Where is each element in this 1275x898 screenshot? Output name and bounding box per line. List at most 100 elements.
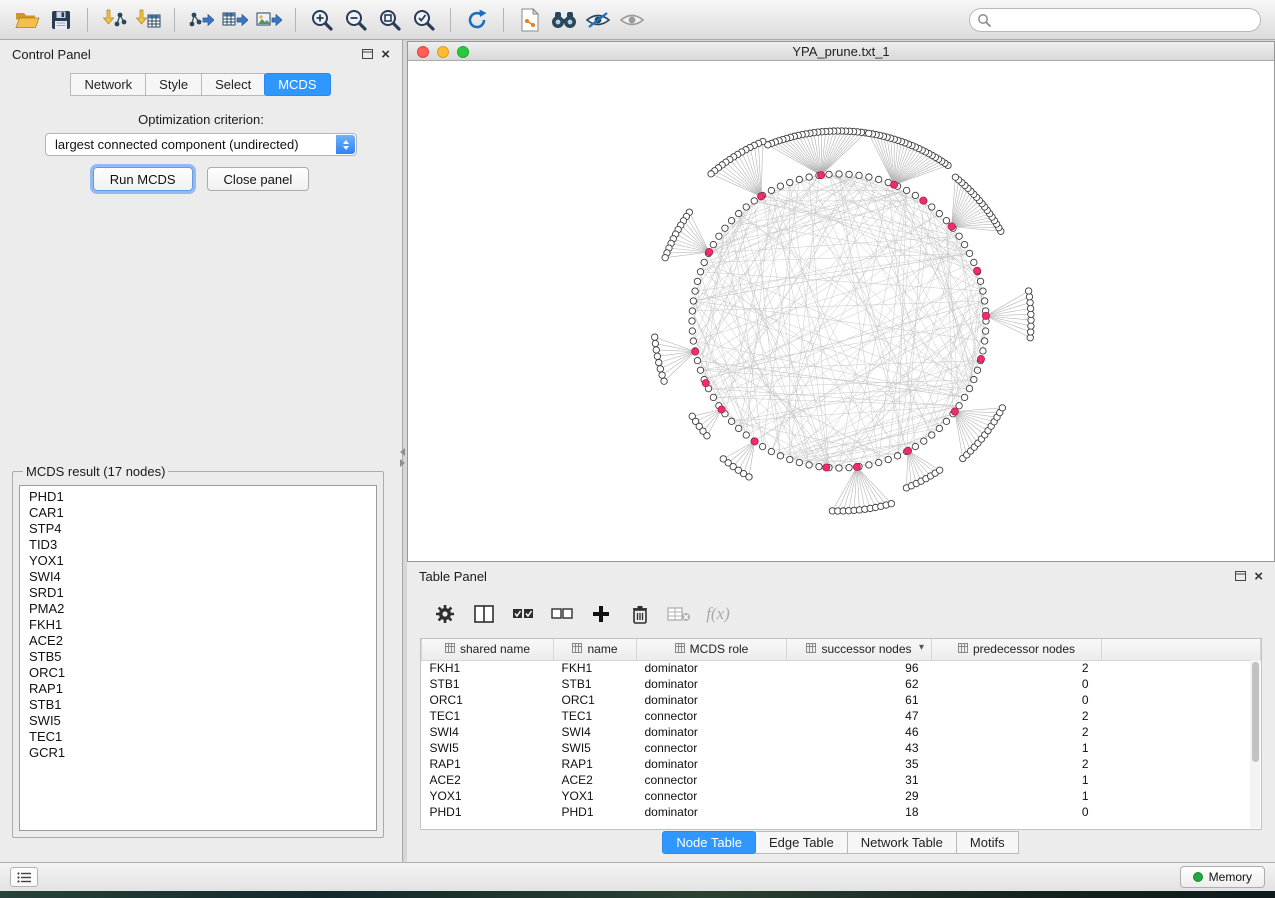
cell[interactable]: connector	[637, 788, 787, 804]
cell[interactable]: SWI5	[422, 740, 554, 756]
cell[interactable]: TEC1	[422, 708, 554, 724]
table-options-button[interactable]	[432, 601, 458, 627]
cell[interactable]: 1	[932, 772, 1102, 788]
table-row-FKH1[interactable]: FKH1FKH1dominator962	[422, 660, 1261, 676]
memory-button[interactable]: Memory	[1180, 866, 1265, 888]
column-header-successor-nodes[interactable]: successor nodes▾	[787, 639, 932, 660]
table-row-STB1[interactable]: STB1STB1dominator620	[422, 676, 1261, 692]
cell[interactable]: 47	[787, 708, 932, 724]
tab-edge-table[interactable]: Edge Table	[755, 831, 848, 854]
cell[interactable]: 0	[932, 692, 1102, 708]
cell[interactable]: 2	[932, 756, 1102, 772]
cell[interactable]: 31	[787, 772, 932, 788]
search-input[interactable]	[969, 8, 1261, 32]
cell[interactable]: 46	[787, 724, 932, 740]
add-column-button[interactable]	[588, 601, 614, 627]
network-canvas[interactable]	[408, 61, 1274, 561]
hide-graphics-details-button[interactable]	[581, 5, 615, 35]
criterion-dropdown[interactable]: largest connected component (undirected)	[45, 133, 357, 156]
table-row-YOX1[interactable]: YOX1YOX1connector291	[422, 788, 1261, 804]
column-header-shared-name[interactable]: shared name	[422, 639, 554, 660]
first-neighbors-button[interactable]	[547, 5, 581, 35]
save-session-button[interactable]	[44, 5, 78, 35]
tab-network-table[interactable]: Network Table	[847, 831, 957, 854]
network-window-titlebar[interactable]: YPA_prune.txt_1	[408, 42, 1274, 61]
cell[interactable]: connector	[637, 772, 787, 788]
cell[interactable]: SWI4	[422, 724, 554, 740]
tab-select[interactable]: Select	[201, 73, 265, 96]
zoom-fit-button[interactable]	[373, 5, 407, 35]
mcds-result-item[interactable]: ORC1	[29, 665, 376, 681]
close-panel-icon[interactable]: ×	[381, 47, 390, 62]
open-file-button[interactable]	[10, 5, 44, 35]
cell[interactable]: FKH1	[422, 660, 554, 676]
table-row-TEC1[interactable]: TEC1TEC1connector472	[422, 708, 1261, 724]
mcds-result-item[interactable]: CAR1	[29, 505, 376, 521]
window-zoom-button[interactable]	[457, 46, 469, 58]
tab-style[interactable]: Style	[145, 73, 202, 96]
clear-table-button[interactable]	[666, 601, 692, 627]
status-menu-button[interactable]	[10, 867, 38, 887]
table-scrollbar[interactable]	[1250, 660, 1260, 828]
cell[interactable]: 0	[932, 804, 1102, 820]
table-row-ORC1[interactable]: ORC1ORC1dominator610	[422, 692, 1261, 708]
table-row-RAP1[interactable]: RAP1RAP1dominator352	[422, 756, 1261, 772]
cell[interactable]: 43	[787, 740, 932, 756]
cell[interactable]: RAP1	[422, 756, 554, 772]
cell[interactable]: TEC1	[554, 708, 637, 724]
export-table-button[interactable]	[218, 5, 252, 35]
cell[interactable]: 1	[932, 788, 1102, 804]
cell[interactable]: ORC1	[554, 692, 637, 708]
cell[interactable]: dominator	[637, 676, 787, 692]
mcds-result-item[interactable]: RAP1	[29, 681, 376, 697]
cell[interactable]: 29	[787, 788, 932, 804]
mcds-result-item[interactable]: YOX1	[29, 553, 376, 569]
cell[interactable]: YOX1	[422, 788, 554, 804]
cell[interactable]: dominator	[637, 756, 787, 772]
cell[interactable]: ACE2	[422, 772, 554, 788]
show-columns-button[interactable]	[471, 601, 497, 627]
table-row-PHD1[interactable]: PHD1PHD1dominator180	[422, 804, 1261, 820]
cell[interactable]: dominator	[637, 660, 787, 676]
cell[interactable]: connector	[637, 708, 787, 724]
cell[interactable]: connector	[637, 740, 787, 756]
deselect-all-rows-button[interactable]	[549, 601, 575, 627]
show-graphics-details-button[interactable]	[615, 5, 649, 35]
cell[interactable]: SWI4	[554, 724, 637, 740]
run-mcds-button[interactable]: Run MCDS	[93, 167, 193, 191]
clone-network-button[interactable]	[513, 5, 547, 35]
scrollbar-thumb[interactable]	[1252, 662, 1259, 762]
refresh-layout-button[interactable]	[460, 5, 494, 35]
cell[interactable]: dominator	[637, 724, 787, 740]
cell[interactable]: 0	[932, 676, 1102, 692]
column-header-MCDS-role[interactable]: MCDS role	[637, 639, 787, 660]
cell[interactable]: 62	[787, 676, 932, 692]
cell[interactable]: 2	[932, 708, 1102, 724]
cell[interactable]: STB1	[554, 676, 637, 692]
cell[interactable]: dominator	[637, 692, 787, 708]
mcds-result-item[interactable]: STB1	[29, 697, 376, 713]
table-row-SWI4[interactable]: SWI4SWI4dominator462	[422, 724, 1261, 740]
cell[interactable]: ORC1	[422, 692, 554, 708]
mcds-result-list[interactable]: PHD1CAR1STP4TID3YOX1SWI4SRD1PMA2FKH1ACE2…	[19, 485, 377, 831]
cell[interactable]: 35	[787, 756, 932, 772]
mcds-result-item[interactable]: PMA2	[29, 601, 376, 617]
cell[interactable]: YOX1	[554, 788, 637, 804]
zoom-selected-button[interactable]	[407, 5, 441, 35]
delete-column-button[interactable]	[627, 601, 653, 627]
mcds-result-item[interactable]: GCR1	[29, 745, 376, 761]
export-image-button[interactable]	[252, 5, 286, 35]
cell[interactable]: FKH1	[554, 660, 637, 676]
mcds-result-item[interactable]: ACE2	[29, 633, 376, 649]
tab-motifs[interactable]: Motifs	[956, 831, 1019, 854]
mcds-result-item[interactable]: SWI5	[29, 713, 376, 729]
tab-node-table[interactable]: Node Table	[662, 831, 756, 854]
cell[interactable]: RAP1	[554, 756, 637, 772]
cell[interactable]: PHD1	[422, 804, 554, 820]
mcds-result-item[interactable]: SWI4	[29, 569, 376, 585]
column-header-predecessor-nodes[interactable]: predecessor nodes	[932, 639, 1102, 660]
panel-splitter-handle[interactable]	[398, 448, 407, 466]
select-all-rows-button[interactable]	[510, 601, 536, 627]
mcds-result-item[interactable]: STB5	[29, 649, 376, 665]
mcds-result-item[interactable]: STP4	[29, 521, 376, 537]
